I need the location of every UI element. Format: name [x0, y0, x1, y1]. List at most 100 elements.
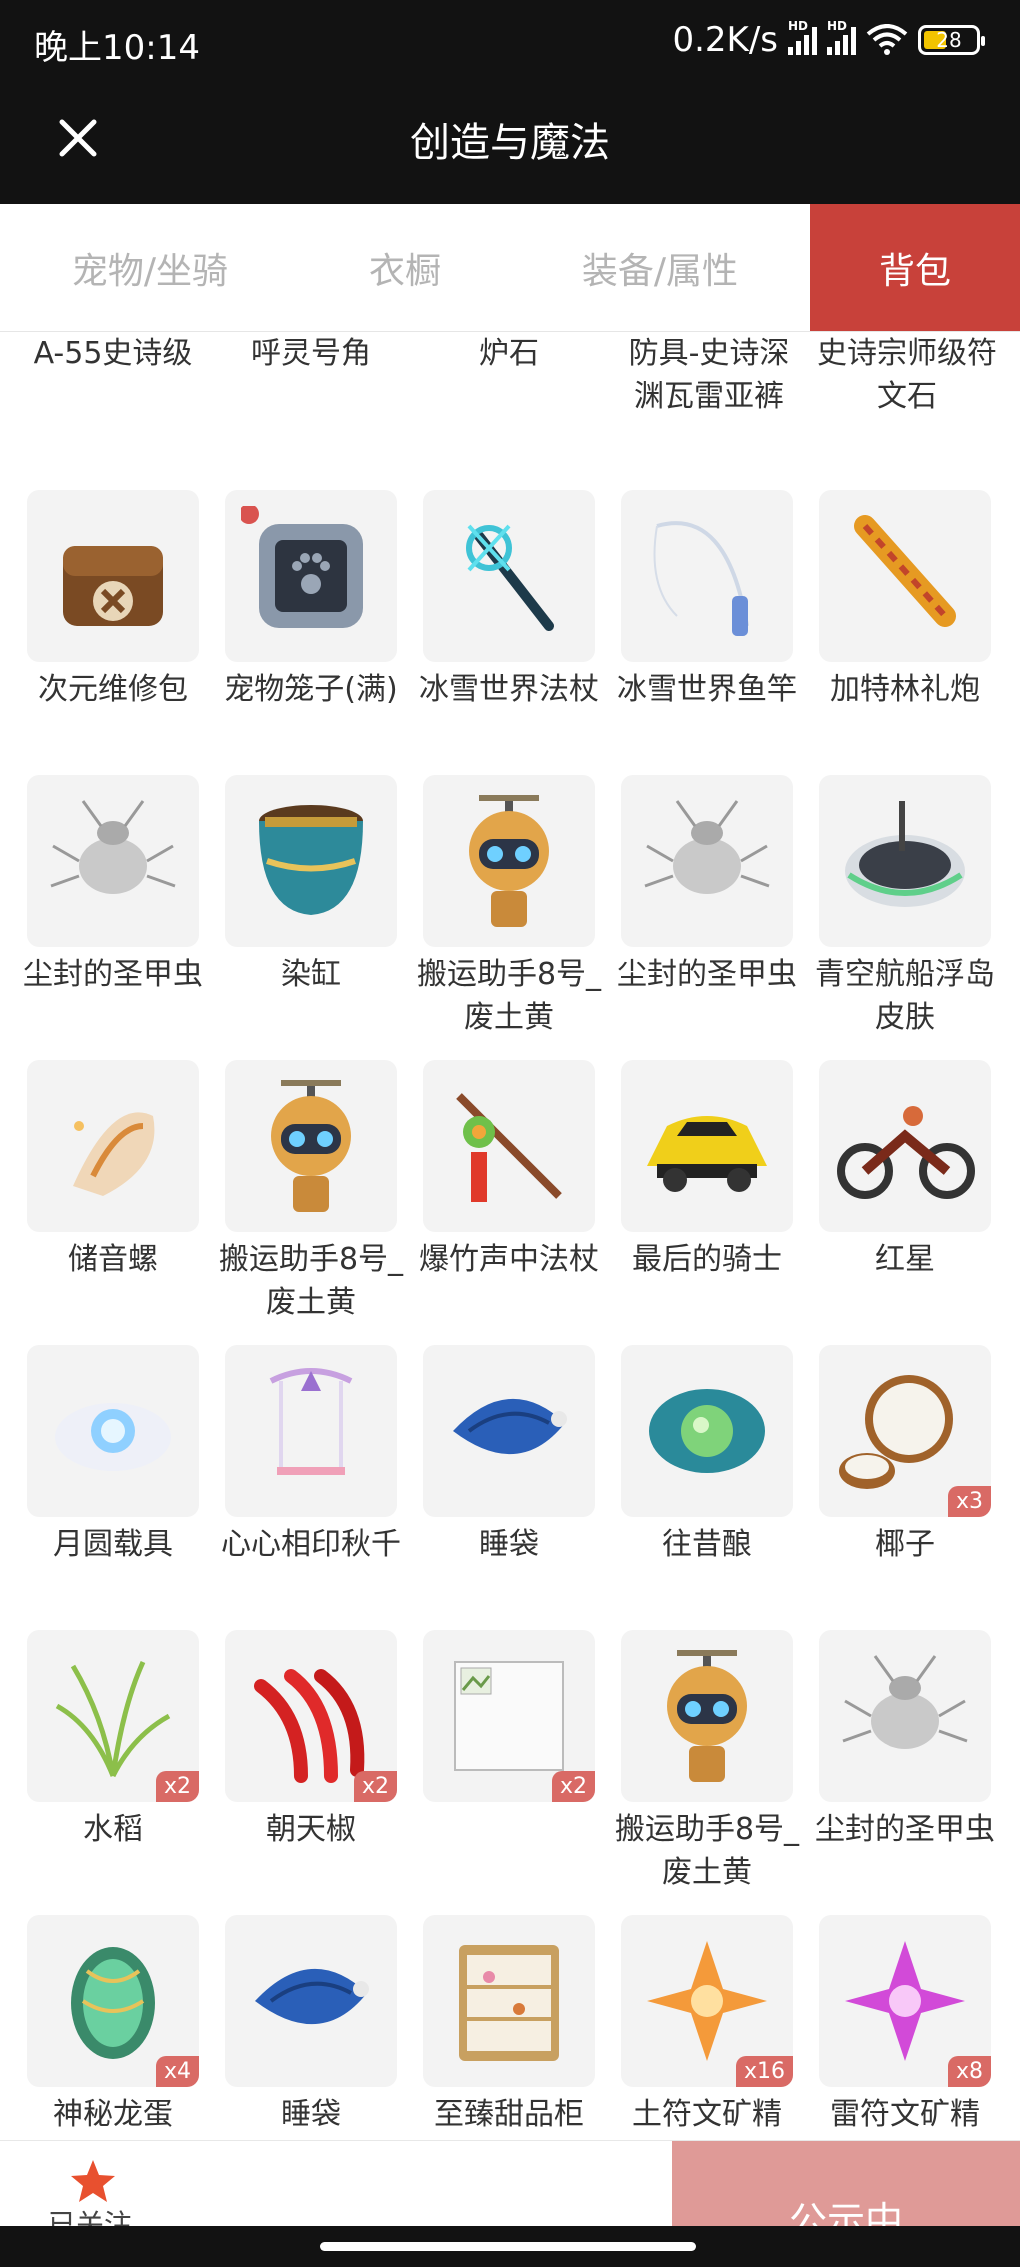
- inventory-item[interactable]: x16 土符文矿精: [608, 1915, 806, 2136]
- item-label: 染缸: [281, 957, 341, 992]
- item-thumbnail[interactable]: [819, 775, 991, 947]
- item-label: 尘封的圣甲虫: [617, 957, 797, 992]
- inventory-item[interactable]: 冰雪世界鱼竿: [608, 490, 806, 711]
- item-thumbnail[interactable]: [621, 1345, 793, 1517]
- item-thumbnail[interactable]: x2: [27, 1630, 199, 1802]
- item-label: 搬运助手8号_废土黄: [218, 1242, 404, 1320]
- item-thumbnail[interactable]: [621, 490, 793, 662]
- item-thumbnail[interactable]: [27, 490, 199, 662]
- quantity-badge: x8: [947, 2056, 991, 2087]
- item-thumbnail[interactable]: [423, 1060, 595, 1232]
- inventory-item[interactable]: 尘封的圣甲虫: [14, 775, 212, 996]
- inventory-item[interactable]: 尘封的圣甲虫: [806, 1630, 1004, 1851]
- hd-badge-2: HD: [827, 19, 848, 33]
- item-thumbnail[interactable]: [225, 1060, 397, 1232]
- inventory-item[interactable]: 尘封的圣甲虫: [608, 775, 806, 996]
- item-label: 至臻甜品柜: [434, 2097, 584, 2132]
- dragon-egg-icon: [71, 1947, 155, 2059]
- inventory-item[interactable]: 冰雪世界法杖: [410, 490, 608, 711]
- item-thumbnail[interactable]: [27, 775, 199, 947]
- item-thumbnail[interactable]: [423, 1915, 595, 2087]
- quantity-badge: x2: [353, 1771, 397, 1802]
- status-time: 晚上10:14: [34, 28, 200, 68]
- item-label: 雷符文矿精: [830, 2097, 980, 2132]
- item-label[interactable]: 呼灵号角: [212, 332, 410, 375]
- inventory-item[interactable]: 至臻甜品柜: [410, 1915, 608, 2136]
- item-thumbnail[interactable]: [225, 775, 397, 947]
- broken-image-icon: [454, 1661, 564, 1771]
- inventory-item[interactable]: 心心相印秋千: [212, 1345, 410, 1566]
- inventory-item[interactable]: 染缸: [212, 775, 410, 996]
- inventory-item[interactable]: 最后的骑士: [608, 1060, 806, 1281]
- inventory-item[interactable]: 爆竹声中法杖: [410, 1060, 608, 1281]
- bottom-bar: 已关注 公示中: [0, 2140, 1020, 2227]
- pet-cage-icon: [241, 506, 363, 628]
- inventory-item[interactable]: 加特林礼炮: [806, 490, 1004, 711]
- item-thumbnail[interactable]: x4: [27, 1915, 199, 2087]
- item-label: 红星: [875, 1242, 935, 1277]
- item-label: 冰雪世界法杖: [419, 672, 599, 707]
- item-label[interactable]: 防具-史诗深渊瓦雷亚裤: [610, 332, 808, 418]
- rice-icon: [55, 1660, 171, 1778]
- item-thumbnail[interactable]: x3: [819, 1345, 991, 1517]
- quantity-badge: x4: [155, 2056, 199, 2087]
- item-thumbnail[interactable]: x8: [819, 1915, 991, 2087]
- inventory-item[interactable]: x8 雷符文矿精: [806, 1915, 1004, 2136]
- item-thumbnail[interactable]: [225, 1345, 397, 1517]
- item-thumbnail[interactable]: [225, 1915, 397, 2087]
- item-thumbnail[interactable]: [819, 1060, 991, 1232]
- item-thumbnail[interactable]: [819, 1630, 991, 1802]
- item-label: 青空航船浮岛皮肤: [815, 957, 995, 1035]
- item-thumbnail[interactable]: x16: [621, 1915, 793, 2087]
- status-indicators: 0.2K/s HD HD 28: [672, 19, 985, 60]
- item-label[interactable]: A-55史诗级: [14, 332, 212, 375]
- inventory-item[interactable]: 搬运助手8号_废土黄: [212, 1060, 410, 1324]
- item-label: 水稻: [83, 1812, 143, 1847]
- item-label: 土符文矿精: [632, 2097, 782, 2132]
- inventory-item[interactable]: 月圆载具: [14, 1345, 212, 1566]
- inventory-item[interactable]: 睡袋: [410, 1345, 608, 1566]
- item-thumbnail[interactable]: [621, 775, 793, 947]
- item-thumbnail[interactable]: [423, 490, 595, 662]
- inventory-item[interactable]: x2 水稻: [14, 1630, 212, 1851]
- item-thumbnail[interactable]: [27, 1060, 199, 1232]
- item-label: 尘封的圣甲虫: [815, 1812, 995, 1847]
- tab-equipment[interactable]: 装备/属性: [510, 204, 810, 331]
- item-thumbnail[interactable]: [819, 490, 991, 662]
- inventory-item[interactable]: 往昔酿: [608, 1345, 806, 1566]
- conch-icon: [73, 1112, 155, 1196]
- item-label[interactable]: 炉石: [410, 332, 608, 375]
- inventory-item[interactable]: 红星: [806, 1060, 1004, 1281]
- backpack-grid: A-55史诗级 呼灵号角 炉石 防具-史诗深渊瓦雷亚裤 史诗宗师级符文石 次元维…: [0, 332, 1020, 2140]
- item-thumbnail[interactable]: [621, 1630, 793, 1802]
- inventory-item[interactable]: x4 神秘龙蛋: [14, 1915, 212, 2136]
- robot-icon: [271, 1080, 351, 1212]
- inventory-item[interactable]: 储音螺: [14, 1060, 212, 1281]
- inventory-item[interactable]: x2: [410, 1630, 608, 1808]
- item-thumbnail[interactable]: [27, 1345, 199, 1517]
- item-thumbnail[interactable]: [621, 1060, 793, 1232]
- item-thumbnail[interactable]: [225, 490, 397, 662]
- item-thumbnail[interactable]: x2: [423, 1630, 595, 1802]
- home-indicator[interactable]: [320, 2242, 696, 2251]
- inventory-item[interactable]: x3 椰子: [806, 1345, 1004, 1566]
- tab-wardrobe[interactable]: 衣橱: [300, 204, 510, 331]
- inventory-item[interactable]: 次元维修包: [14, 490, 212, 711]
- inventory-item[interactable]: x2 朝天椒: [212, 1630, 410, 1851]
- inventory-item[interactable]: 睡袋: [212, 1915, 410, 2136]
- publish-button[interactable]: 公示中: [672, 2141, 1020, 2227]
- inventory-item[interactable]: 搬运助手8号_废土黄: [608, 1630, 806, 1894]
- item-label[interactable]: 史诗宗师级符文石: [808, 332, 1006, 418]
- scarab-icon: [50, 800, 176, 894]
- tab-backpack[interactable]: 背包: [810, 204, 1020, 331]
- inventory-item[interactable]: 青空航船浮岛皮肤: [806, 775, 1004, 1039]
- inventory-item[interactable]: 宠物笼子(满): [212, 490, 410, 711]
- repair-bag-icon: [63, 546, 163, 626]
- tab-pets-mounts[interactable]: 宠物/坐骑: [0, 204, 300, 331]
- item-label: 搬运助手8号_废土黄: [614, 1812, 800, 1890]
- item-thumbnail[interactable]: x2: [225, 1630, 397, 1802]
- item-thumbnail[interactable]: [423, 1345, 595, 1517]
- robot-icon: [667, 1650, 747, 1782]
- item-thumbnail[interactable]: [423, 775, 595, 947]
- inventory-item[interactable]: 搬运助手8号_废土黄: [410, 775, 608, 1039]
